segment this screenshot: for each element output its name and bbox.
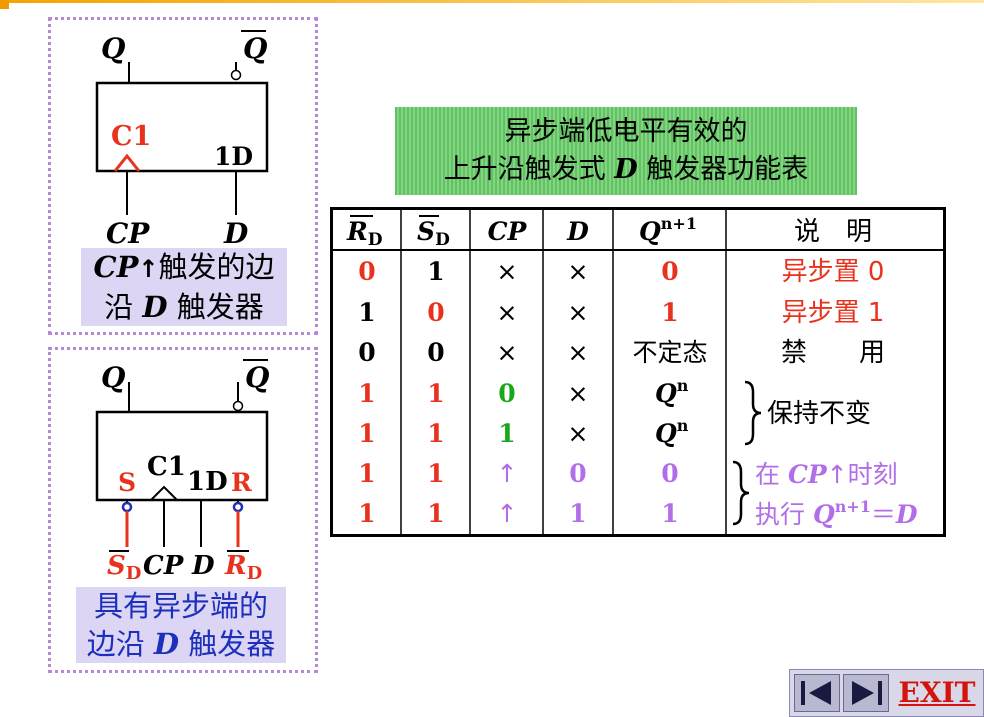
cell-sd: 0 (427, 298, 444, 327)
async-flipflop-caption: 具有异步端的 边沿 D 触发器 (76, 587, 286, 663)
exit-button[interactable]: EXIT (894, 674, 980, 712)
caption-text-1: 触发的边 (158, 250, 275, 284)
d-label: D (223, 217, 249, 250)
header-q: Qn+1 (639, 214, 697, 246)
cell-d: × (568, 257, 589, 286)
title-line-1: 异步端低电平有效的 (504, 116, 748, 147)
hold-brace-icon (744, 380, 762, 446)
function-table-grid: RD SD CP D Qn+1 说 明 0 1 × × 0 异步置 0 1 0 … (333, 210, 943, 534)
caption-d: D (142, 290, 168, 324)
desc-exec-line2: 执行 Qn+1＝D (755, 497, 918, 529)
title-line-2a: 上升沿触发式 (443, 154, 615, 185)
async-flipflop-panel: Q Q C1 1D S R SD CP D RD 具有异步端的 边沿 D 触发器 (48, 347, 318, 673)
caption-text-2: 沿 (104, 290, 143, 324)
cell-d: 1 (569, 499, 586, 528)
desc-exec-line1: 在 CP↑时刻 (755, 460, 898, 489)
cell-sd: 1 (427, 379, 444, 408)
c1-label: C1 (147, 452, 186, 482)
rd-label: RD (224, 551, 262, 584)
cell-q: 1 (661, 499, 678, 528)
cell-d: × (568, 419, 589, 448)
cell-d: × (568, 379, 589, 408)
cell-cp: × (497, 338, 518, 367)
caption-text-1: 具有异步端的 (93, 589, 268, 623)
caption-text-3: 触发器 (167, 290, 264, 324)
cell-q: 1 (661, 298, 678, 327)
desc-set0: 异步置 0 (782, 257, 885, 287)
cell-q: 0 (661, 257, 678, 286)
header-d: D (566, 217, 589, 246)
cell-cp: ↑ (497, 499, 518, 528)
corner-marker (0, 0, 9, 9)
q-label: Q (101, 361, 125, 394)
cp-label: CP (106, 217, 150, 250)
slide-navigation: EXIT (789, 669, 984, 717)
header-sd: SD (417, 217, 450, 250)
caption-text-2: 边沿 (86, 627, 154, 661)
cell-cp: × (497, 257, 518, 286)
cell-rd: 1 (358, 499, 375, 528)
header-cp: CP (488, 217, 528, 246)
c1-label: C1 (111, 121, 151, 152)
function-table: RD SD CP D Qn+1 说 明 0 1 × × 0 异步置 0 1 0 … (330, 207, 946, 537)
rising-edge-arrow-icon: ↑ (138, 255, 159, 283)
cell-rd: 1 (358, 459, 375, 488)
table-title: 异步端低电平有效的 上升沿触发式 D 触发器功能表 (395, 107, 857, 195)
cell-sd: 1 (427, 419, 444, 448)
cell-q: Qn (655, 376, 689, 408)
cell-rd: 1 (358, 379, 375, 408)
cell-rd: 0 (358, 257, 375, 286)
cell-sd: 0 (427, 338, 444, 367)
d-label: D (191, 551, 215, 581)
rd-bubble (232, 501, 244, 513)
header-rd: RD (346, 217, 383, 250)
cp-label: CP (143, 551, 185, 581)
cell-cp: 1 (498, 419, 515, 448)
cell-q: 不定态 (632, 338, 707, 367)
cell-sd: 1 (427, 459, 444, 488)
title-line-2c: 触发器功能表 (637, 154, 809, 185)
prev-slide-button[interactable] (794, 674, 840, 712)
cell-d: × (568, 338, 589, 367)
caption-text-3: 触发器 (179, 627, 276, 661)
caption-cp: CP (93, 250, 139, 284)
s-label: S (118, 468, 136, 497)
cell-cp: × (497, 298, 518, 327)
1d-label: 1D (187, 467, 228, 497)
caption-d: D (153, 627, 180, 661)
next-slide-button[interactable] (843, 674, 889, 712)
next-arrow-icon (852, 681, 882, 705)
header-desc: 说 明 (794, 217, 872, 247)
desc-forbid: 禁 用 (781, 338, 885, 368)
qbar-label: Q (245, 361, 269, 394)
cell-rd: 1 (358, 298, 375, 327)
exec-brace-icon (732, 460, 750, 526)
cell-cp: ↑ (497, 459, 518, 488)
qbar-label: Q (243, 32, 267, 65)
sd-bubble (121, 501, 133, 513)
cell-d: 0 (569, 459, 586, 488)
cell-sd: 1 (427, 257, 444, 286)
cell-cp: 0 (498, 379, 515, 408)
cell-sd: 1 (427, 499, 444, 528)
cell-rd: 1 (358, 419, 375, 448)
inversion-bubble (232, 400, 244, 412)
r-label: R (231, 468, 252, 497)
top-accent-line (0, 0, 984, 3)
sd-label: SD (107, 551, 141, 584)
cell-q: Qn (655, 416, 689, 448)
title-line-2b: D (614, 154, 638, 185)
cell-d: × (568, 298, 589, 327)
cell-rd: 0 (358, 338, 375, 367)
prev-arrow-icon (801, 681, 831, 705)
1d-label: 1D (214, 142, 253, 171)
desc-hold: 保持不变 (767, 399, 871, 429)
desc-set1: 异步置 1 (782, 298, 885, 328)
flipflop-symbol-panel: Q Q C1 1D CP D CP↑触发的边 沿 D 触发器 (48, 17, 318, 335)
inversion-bubble (230, 69, 242, 81)
q-label: Q (101, 32, 125, 65)
flipflop-caption: CP↑触发的边 沿 D 触发器 (81, 248, 287, 326)
cell-q: 0 (661, 459, 678, 488)
